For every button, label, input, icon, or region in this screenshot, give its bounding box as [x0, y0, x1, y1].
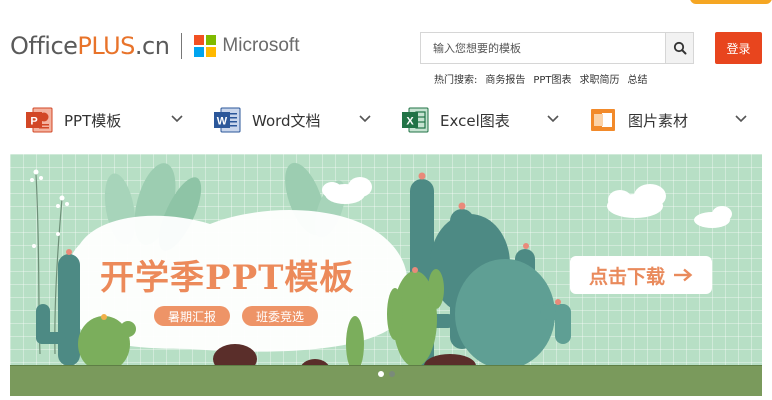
- banner-tag: 班委竞选: [242, 306, 319, 326]
- category-nav: P PPT模板 W Word文档 X Excel图表 图片素材: [0, 96, 772, 144]
- site-header: OfficePLUS.cn Microsoft 登录 热门搜索: 商务报告 PP…: [0, 0, 772, 92]
- officeplus-logo[interactable]: OfficePLUS.cn Microsoft: [10, 32, 300, 60]
- nav-item-ppt[interactable]: P PPT模板: [24, 96, 121, 144]
- search-input[interactable]: [421, 33, 665, 63]
- chevron-down-icon[interactable]: [358, 112, 372, 126]
- hot-search-link[interactable]: PPT图表: [533, 71, 571, 86]
- banner-title: 开学季PPT模板: [100, 258, 355, 298]
- powerpoint-icon: P: [26, 107, 53, 133]
- svg-text:X: X: [406, 116, 414, 128]
- microsoft-label: Microsoft: [222, 35, 300, 56]
- nav-label-word: Word文档: [252, 111, 321, 130]
- hero-banner[interactable]: 开学季PPT模板 暑期汇报 班委竞选 点击下载: [10, 154, 762, 396]
- carousel-dot[interactable]: [389, 371, 395, 377]
- hot-search-link[interactable]: 商务报告: [485, 71, 525, 86]
- hot-search-link[interactable]: 总结: [628, 71, 648, 86]
- excel-icon: X: [402, 107, 429, 133]
- arrow-right-icon: [674, 268, 693, 282]
- nav-item-pictures[interactable]: 图片素材: [588, 96, 688, 144]
- download-button[interactable]: 点击下载: [570, 256, 712, 294]
- logo-divider: [181, 33, 183, 59]
- picture-icon: [591, 109, 615, 131]
- search-box: [420, 32, 694, 64]
- nav-label-excel: Excel图表: [440, 111, 510, 130]
- nav-label-ppt: PPT模板: [64, 111, 122, 130]
- nav-item-excel[interactable]: X Excel图表: [400, 96, 510, 144]
- search-icon: [673, 41, 686, 55]
- login-button[interactable]: 登录: [715, 32, 762, 64]
- svg-text:W: W: [217, 116, 228, 128]
- hot-search-link[interactable]: 求职简历: [580, 71, 620, 86]
- download-label: 点击下载: [588, 265, 665, 288]
- hot-searches: 热门搜索: 商务报告 PPT图表 求职简历 总结: [434, 71, 648, 86]
- nav-label-pictures: 图片素材: [628, 111, 689, 130]
- search-button[interactable]: [665, 33, 693, 63]
- carousel-dots: [378, 371, 395, 377]
- banner-tag: 暑期汇报: [154, 306, 231, 326]
- svg-text:P: P: [30, 116, 37, 128]
- logo-text: OfficePLUS.cn: [10, 32, 170, 60]
- chevron-down-icon[interactable]: [734, 112, 748, 126]
- chevron-down-icon[interactable]: [170, 112, 184, 126]
- hot-searches-label: 热门搜索:: [434, 75, 478, 86]
- nav-item-word[interactable]: W Word文档: [212, 96, 321, 144]
- word-icon: W: [214, 107, 241, 133]
- carousel-dot[interactable]: [378, 371, 384, 377]
- chevron-down-icon[interactable]: [546, 112, 560, 126]
- microsoft-logo-icon: [194, 35, 217, 57]
